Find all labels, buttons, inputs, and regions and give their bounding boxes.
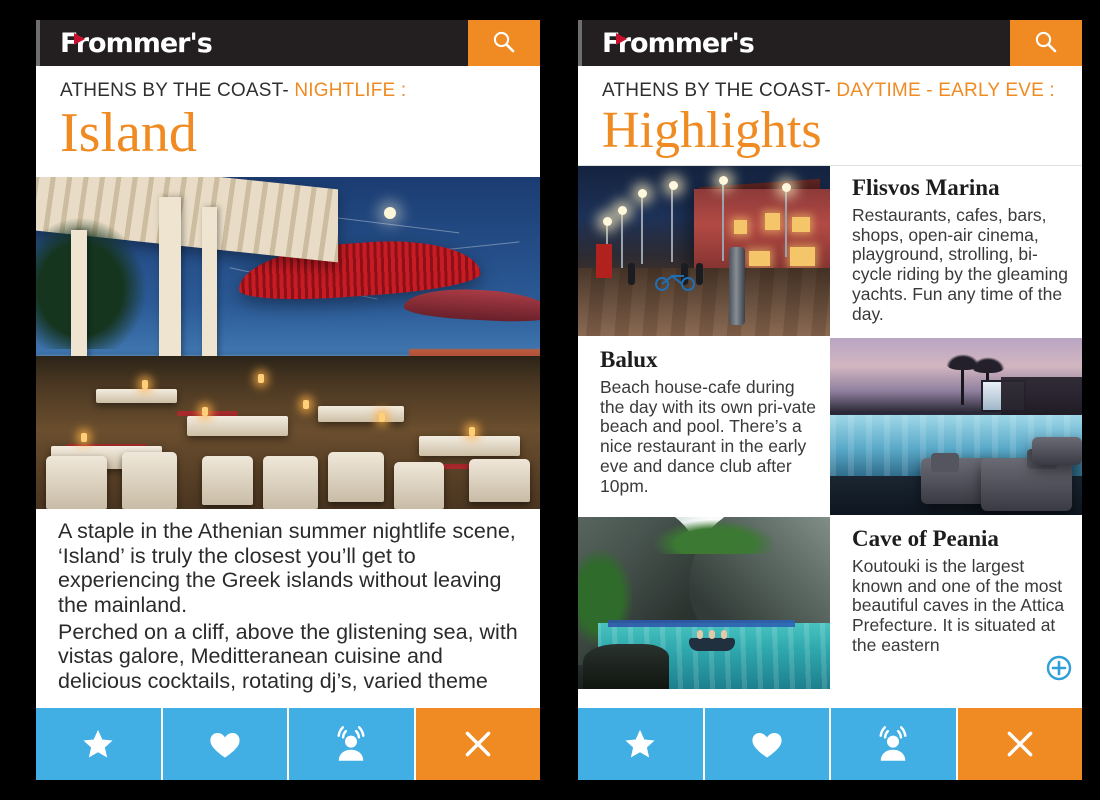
expand-plus-button[interactable] (1046, 655, 1072, 681)
breadcrumb-prefix: ATHENS BY THE COAST- (602, 80, 831, 101)
like-heart-button[interactable] (162, 708, 289, 780)
bicycle-icon (654, 275, 695, 292)
logo-red-arrow-icon (616, 33, 627, 45)
pool-photo (830, 337, 1082, 515)
close-x-icon (465, 731, 491, 757)
page-title-highlights: Highlights (602, 102, 822, 159)
card-image-balux[interactable] (830, 337, 1082, 515)
card-body: Beach house-cafe during the day with its… (600, 376, 816, 496)
frommers-logo[interactable]: Frommer's (60, 28, 213, 59)
breadcrumb-category: DAYTIME - EARLY EVE : (836, 80, 1055, 101)
breadcrumb-nightlife: ATHENS BY THE COAST- NIGHTLIFE : (36, 66, 540, 102)
search-button[interactable] (468, 20, 540, 66)
star-icon (83, 729, 113, 758)
person-broadcast-icon (879, 726, 907, 761)
close-button[interactable] (957, 708, 1082, 780)
favorite-star-button[interactable] (36, 708, 163, 780)
highlight-card-cave-of-peania[interactable]: Cave of Peania Koutouki is the largest k… (578, 516, 1082, 691)
bottom-toolbar (36, 708, 540, 780)
phone-screen-nightlife: Frommer's ATHENS BY THE COAST- NIGHTLIFE… (36, 20, 540, 780)
card-title: Balux (600, 346, 658, 372)
close-x-icon (1007, 731, 1033, 757)
article-paragraph: Perched on a cliff, above the glistening… (58, 619, 518, 694)
app-top-bar: Frommer's (578, 20, 1082, 66)
search-icon (493, 31, 515, 53)
card-title: Cave of Peania (852, 525, 999, 551)
breadcrumb-category: NIGHTLIFE : (294, 80, 407, 101)
plus-circle-icon (1046, 655, 1072, 680)
frommers-logo[interactable]: Frommer's (602, 28, 755, 59)
breadcrumb-daytime: ATHENS BY THE COAST- DAYTIME - EARLY EVE… (578, 66, 1082, 102)
heart-icon (210, 733, 240, 758)
breadcrumb-prefix: ATHENS BY THE COAST- (60, 80, 289, 101)
boat-icon (688, 629, 735, 651)
close-button[interactable] (415, 708, 540, 780)
person-broadcast-icon (337, 726, 365, 761)
cave-photo (578, 516, 830, 689)
like-heart-button[interactable] (704, 708, 831, 780)
island-terrace-photo (36, 176, 540, 509)
bottom-toolbar (578, 708, 1082, 780)
screenshot-stage: Frommer's ATHENS BY THE COAST- NIGHTLIFE… (0, 0, 1100, 800)
star-icon (625, 729, 655, 758)
highlights-grid: Flisvos Marina Restaurants, cafes, bars,… (578, 164, 1082, 780)
card-title: Flisvos Marina (852, 174, 1000, 200)
share-person-button[interactable] (831, 708, 958, 780)
article-paragraph: A staple in the Athenian summer nightlif… (58, 518, 516, 617)
highlight-card-balux[interactable]: Balux Beach house-cafe during the day wi… (578, 337, 1082, 517)
highlight-card-flisvos-marina[interactable]: Flisvos Marina Restaurants, cafes, bars,… (578, 165, 1082, 338)
card-text-balux: Balux Beach house-cafe during the day wi… (578, 337, 830, 515)
card-body: Koutouki is the largest known and one of… (852, 555, 1065, 655)
marina-photo (578, 165, 830, 336)
favorite-star-button[interactable] (578, 708, 705, 780)
page-title-island: Island (60, 102, 197, 164)
card-text-flisvos-marina: Flisvos Marina Restaurants, cafes, bars,… (830, 165, 1082, 336)
logo-red-arrow-icon (74, 33, 85, 45)
card-body: Restaurants, cafes, bars, shops, open-ai… (852, 204, 1068, 324)
phone-screen-highlights: Frommer's ATHENS BY THE COAST- DAYTIME -… (578, 20, 1082, 780)
card-text-cave-of-peania: Cave of Peania Koutouki is the largest k… (830, 516, 1082, 689)
hero-image-island[interactable] (36, 176, 540, 509)
card-image-flisvos-marina[interactable] (578, 165, 830, 336)
search-button[interactable] (1010, 20, 1082, 66)
card-image-cave-of-peania[interactable] (578, 516, 830, 689)
search-icon (1035, 31, 1057, 53)
share-person-button[interactable] (289, 708, 416, 780)
app-top-bar: Frommer's (36, 20, 540, 66)
heart-icon (752, 733, 782, 758)
